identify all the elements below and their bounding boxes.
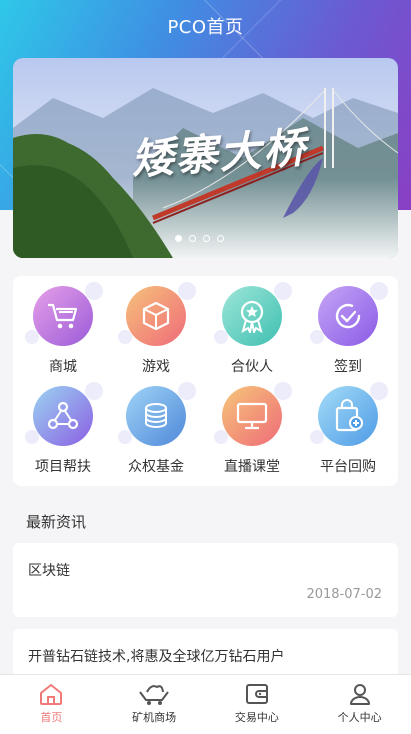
tab-profile[interactable]: 个人中心	[308, 675, 411, 734]
menu-item-buyback[interactable]: 平台回购	[303, 382, 393, 476]
wallet-icon	[245, 684, 268, 704]
news-section-title: 最新资讯	[26, 513, 87, 531]
tab-trade-center[interactable]: 交易中心	[206, 675, 309, 734]
carousel-dots	[175, 235, 224, 242]
tab-label: 交易中心	[234, 711, 279, 724]
mining-cart-icon	[139, 685, 169, 705]
carousel-dot[interactable]	[203, 235, 210, 242]
news-title: 区块链	[28, 563, 70, 579]
award-icon	[214, 282, 292, 346]
tab-mining-mall[interactable]: 矿机商场	[103, 675, 206, 734]
carousel-dot[interactable]	[217, 235, 224, 242]
news-item[interactable]: 区块链 2018-07-02	[13, 543, 398, 617]
menu-item-live-class[interactable]: 直播课堂	[207, 382, 297, 476]
bottom-tab-bar: 首页 矿机商场 交易中心 个人中心	[0, 674, 411, 734]
network-icon	[25, 382, 103, 446]
menu-label: 众权基金	[128, 459, 184, 475]
box-icon	[118, 282, 196, 346]
tab-label: 首页	[40, 711, 63, 724]
menu-item-project-support[interactable]: 项目帮扶	[18, 382, 108, 476]
cart-icon	[25, 282, 103, 346]
screen-icon	[214, 382, 292, 446]
menu-label: 平台回购	[320, 459, 376, 475]
user-icon	[349, 684, 370, 705]
menu-label: 合伙人	[231, 359, 273, 375]
bag-icon	[310, 382, 388, 446]
tab-label: 个人中心	[337, 711, 382, 724]
menu-item-mall[interactable]: 商城	[18, 282, 108, 376]
page-title: PCO首页	[167, 17, 244, 38]
news-date: 2018-07-02	[306, 587, 382, 602]
carousel-dot[interactable]	[189, 235, 196, 242]
news-title: 开普钻石链技术,将惠及全球亿万钻石用户	[28, 649, 285, 665]
menu-item-fund[interactable]: 众权基金	[111, 382, 201, 476]
menu-item-checkin[interactable]: 签到	[303, 282, 393, 376]
menu-label: 项目帮扶	[35, 459, 91, 475]
menu-label: 游戏	[142, 359, 170, 375]
menu-label: 商城	[49, 359, 77, 375]
banner-caption: 矮寨大桥	[129, 122, 309, 185]
coins-icon	[118, 382, 196, 446]
menu-item-partner[interactable]: 合伙人	[207, 282, 297, 376]
checkin-icon	[310, 282, 388, 346]
tab-label: 矿机商场	[132, 711, 177, 724]
menu-label: 直播课堂	[224, 459, 280, 475]
menu-grid: 商城 游戏 合伙人 签到 项目帮扶 众权基金 直播课堂 平台回购	[13, 276, 398, 486]
tab-home[interactable]: 首页	[0, 675, 103, 734]
banner-carousel[interactable]: 矮寨大桥	[13, 58, 398, 258]
menu-label: 签到	[334, 359, 362, 375]
carousel-dot[interactable]	[175, 235, 182, 242]
menu-item-game[interactable]: 游戏	[111, 282, 201, 376]
home-icon	[40, 684, 63, 705]
